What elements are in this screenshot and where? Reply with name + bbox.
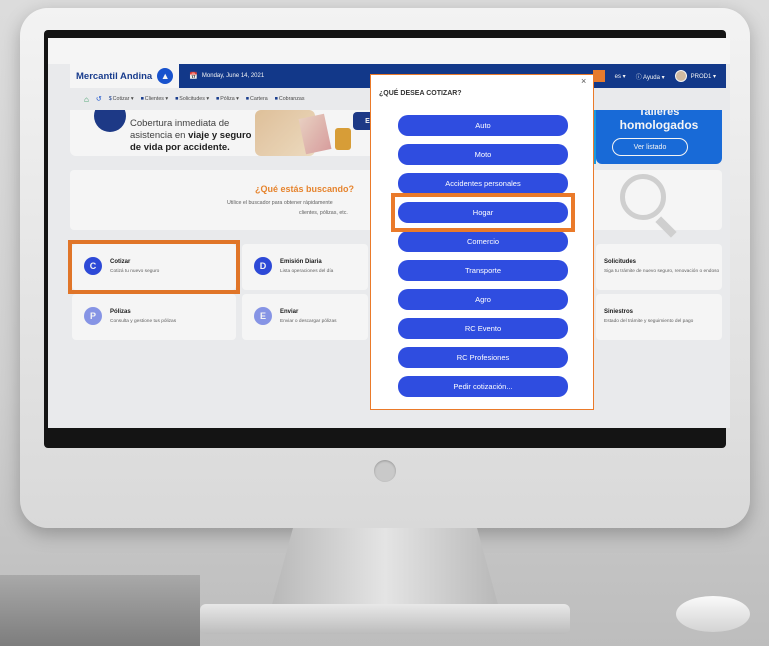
option-accidentes-button[interactable]: Accidentes personales: [398, 173, 568, 194]
option-agro-button[interactable]: Agro: [398, 289, 568, 310]
option-rc-evento-button[interactable]: RC Evento: [398, 318, 568, 339]
option-moto-button[interactable]: Moto: [398, 144, 568, 165]
option-comercio-button[interactable]: Comercio: [398, 231, 568, 252]
option-pedir-cotizacion-button[interactable]: Pedir cotización...: [398, 376, 568, 397]
close-icon[interactable]: ×: [581, 76, 586, 86]
desk-surface: [0, 575, 200, 646]
option-rc-profesiones-button[interactable]: RC Profesiones: [398, 347, 568, 368]
modal-title: ¿QUÉ DESEA COTIZAR?: [379, 90, 462, 97]
highlight-hogar: [391, 193, 575, 232]
screen: Mercantil Andina ▲ 📅 Monday, June 14, 20…: [48, 38, 730, 428]
option-auto-button[interactable]: Auto: [398, 115, 568, 136]
mouse: [676, 596, 750, 632]
quote-type-modal: ¿QUÉ DESEA COTIZAR? × Auto Moto Accident…: [370, 74, 594, 410]
monitor-stand: [270, 528, 500, 612]
apple-logo-icon: [374, 460, 396, 482]
monitor-base: [200, 604, 570, 634]
option-transporte-button[interactable]: Transporte: [398, 260, 568, 281]
